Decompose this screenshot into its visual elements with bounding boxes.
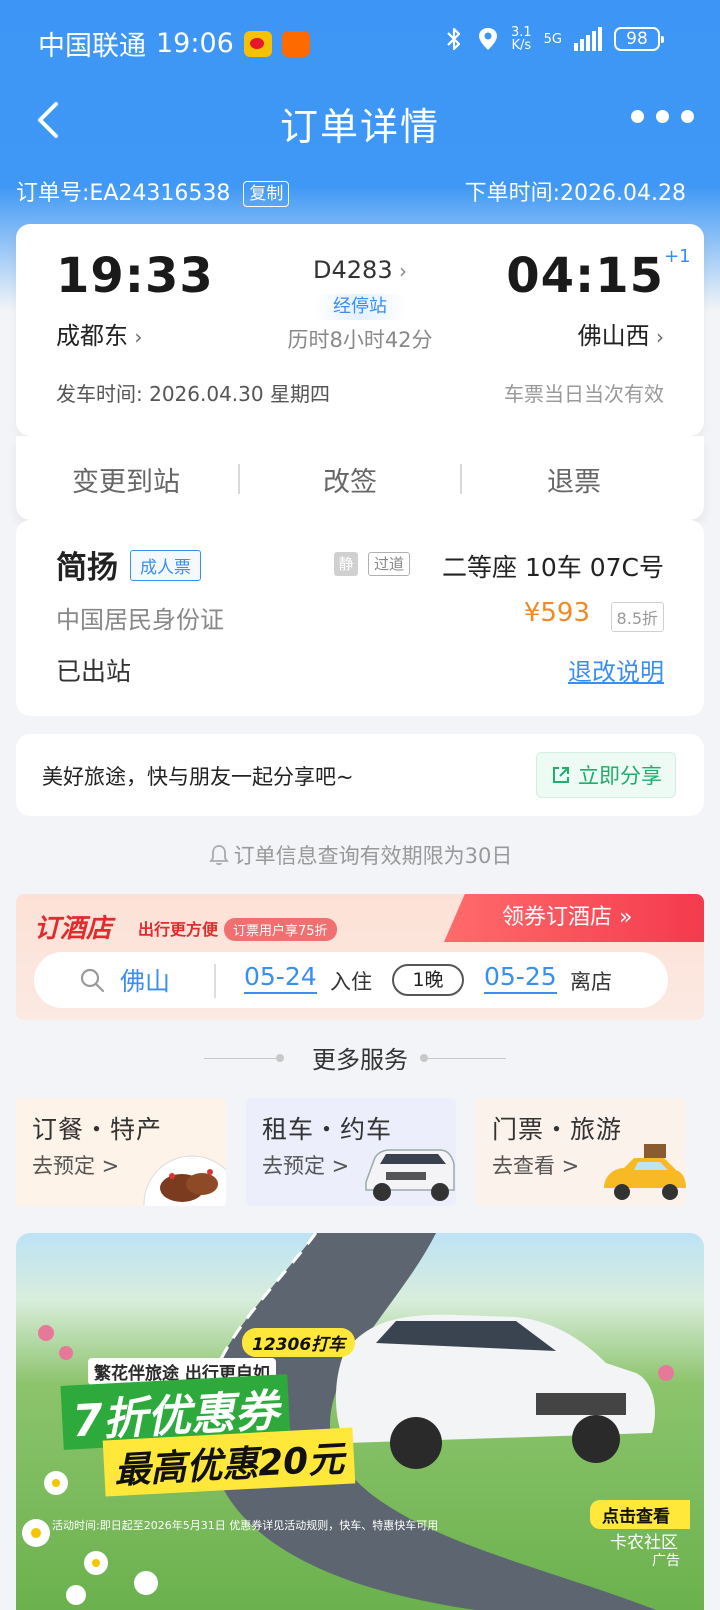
checkout-label: 离店	[570, 970, 612, 994]
clock: 19:06	[156, 28, 234, 59]
net-speed: 3.1 K/s	[511, 26, 532, 52]
departure-date: 发车时间: 2026.04.30 星期四	[56, 382, 330, 406]
hotel-promo-badge: 订票用户享75折	[224, 918, 337, 941]
via-stations-button[interactable]: 经停站	[314, 294, 406, 320]
nights-badge: 1晚	[392, 964, 464, 996]
share-icon	[553, 767, 569, 783]
carrier-label: 中国联通	[38, 31, 146, 62]
arrival-station-name: 佛山西	[577, 322, 650, 350]
hotel-search-bar[interactable]: 佛山 05-24 入住 1晚 05-25 离店	[34, 952, 668, 1008]
arrival-station[interactable]: 佛山西 ›	[578, 316, 664, 351]
service-food[interactable]: 订餐・特产 去预定 >	[16, 1098, 226, 1206]
service-car-link: 去预定 >	[262, 1154, 350, 1178]
more-options-icon[interactable]	[631, 110, 694, 123]
order-number-group: 订单号:EA24316538 复制	[16, 175, 290, 207]
checkin-label: 入住	[330, 970, 372, 994]
hotel-city[interactable]: 佛山	[120, 962, 170, 998]
more-services-title: 更多服务	[312, 1046, 408, 1074]
travel-car-icon	[604, 1144, 686, 1200]
reschedule-button[interactable]: 改签	[250, 460, 450, 499]
query-validity-text: 订单信息查询有效期限为30日	[233, 844, 513, 868]
order-info-row: 订单号:EA24316538 复制 下单时间:2026.04.28	[16, 175, 686, 207]
status-left: 中国联通 19:06	[38, 24, 310, 63]
service-car[interactable]: 租车・约车 去预定 >	[246, 1098, 456, 1206]
divider	[214, 964, 216, 998]
train-number-text: D4283	[313, 256, 393, 284]
service-food-title: 订餐・特产	[32, 1115, 163, 1144]
ad-note: 活动时间:即日起至2026年5月31日 优惠券详见活动规则，快车、特惠快车可用	[52, 1519, 439, 1532]
battery-icon: 98	[614, 27, 664, 51]
checkout-date[interactable]: 05-25	[484, 962, 557, 994]
suv-car-icon	[365, 1149, 455, 1201]
bluetooth-icon	[447, 27, 461, 51]
day-offset-badge: +1	[664, 246, 691, 267]
location-icon	[478, 28, 497, 50]
divider	[238, 464, 240, 494]
order-time: 下单时间:2026.04.28	[464, 181, 686, 206]
hotel-logo: 订酒店	[34, 914, 113, 944]
service-tickets[interactable]: 门票・旅游 去查看 >	[476, 1098, 686, 1206]
bell-icon	[208, 845, 229, 866]
ticket-validity: 车票当日当次有效	[504, 382, 664, 406]
nav-bar: 订单详情	[0, 84, 720, 156]
order-number: 订单号:EA24316538	[16, 181, 231, 206]
chevron-right-icon: ›	[649, 325, 664, 349]
status-right: 3.1 K/s 5G 98	[443, 26, 664, 52]
ticket-type-badge: 成人票	[130, 550, 201, 581]
refund-button[interactable]: 退票	[474, 460, 674, 499]
refund-rules-link[interactable]: 退改说明	[568, 652, 664, 687]
divider	[426, 1058, 506, 1059]
ticket-actions: 变更到站 改签 退票	[16, 436, 704, 520]
arrival-time: 04:15	[506, 248, 664, 304]
share-text: 美好旅途，快与朋友一起分享吧~	[42, 765, 354, 789]
status-bar: 中国联通 19:06 3.1 K/s 5G 98	[0, 0, 720, 84]
checkin-date[interactable]: 05-24	[244, 962, 317, 994]
ticket-price: ¥593	[523, 598, 590, 628]
seat-info: 二等座 10车 07C号	[442, 553, 664, 582]
search-icon	[80, 968, 105, 993]
service-tickets-link: 去查看 >	[492, 1154, 580, 1178]
departure-date-row: 发车时间: 2026.04.30 星期四 车票当日当次有效	[56, 378, 664, 407]
hotel-coupon-button[interactable]: 领券订酒店 »	[444, 894, 704, 942]
aisle-seat-badge: 过道	[368, 552, 411, 576]
share-button-label: 立即分享	[578, 764, 662, 788]
discount-badge: 8.5折	[610, 602, 664, 632]
chevron-right-icon: ›	[392, 259, 407, 283]
copy-button[interactable]: 复制	[243, 181, 290, 207]
food-plate-icon	[143, 1155, 226, 1206]
divider	[460, 464, 462, 494]
ad-tag: 12306打车	[242, 1328, 356, 1357]
id-type: 中国居民身份证	[56, 606, 224, 634]
train-info-card: 19:33 成都东 › D4283 › 经停站 历时8小时42分 04:15 +…	[16, 224, 704, 436]
net-speed-unit: K/s	[511, 38, 532, 53]
passenger-name: 简扬	[56, 550, 118, 586]
ad-cta-button[interactable]: 点击查看	[590, 1500, 690, 1529]
quiet-car-badge: 静	[334, 552, 358, 576]
share-card: 美好旅途，快与朋友一起分享吧~ 立即分享	[16, 734, 704, 816]
network-type: 5G	[543, 31, 562, 47]
signal-icon	[574, 27, 602, 51]
weibo-notification-icon	[243, 30, 272, 57]
change-station-button[interactable]: 变更到站	[26, 460, 226, 499]
shopping-notification-icon	[281, 30, 310, 57]
query-validity-note: 订单信息查询有效期限为30日	[0, 840, 720, 870]
share-button[interactable]: 立即分享	[536, 752, 676, 798]
service-food-link: 去预定 >	[32, 1154, 120, 1178]
hotel-booking-card[interactable]: 订酒店 出行更方便 订票用户享75折 领券订酒店 » 佛山 05-24 入住 1…	[16, 894, 704, 1020]
passenger-card: 简扬 成人票 静 过道 二等座 10车 07C号 中国居民身份证 ¥593 8.…	[16, 520, 704, 716]
ad-label: 广告	[652, 1553, 680, 1569]
hotel-slogan: 出行更方便	[138, 920, 219, 939]
page-title: 订单详情	[279, 105, 440, 149]
ticket-status: 已出站	[56, 657, 132, 686]
